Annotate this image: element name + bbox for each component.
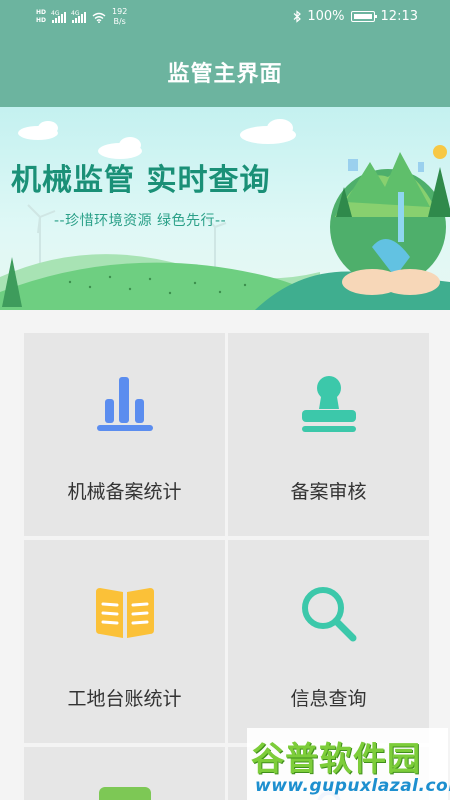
menu-tile-label: 工地台账统计 (67, 688, 182, 710)
bar-chart-icon (96, 377, 153, 431)
banner-headline: 机械监管 实时查询 (11, 163, 271, 198)
signal-icon-1: 4G (51, 9, 67, 23)
banner-slogan: --珍惜环境资源 绿色先行-- (54, 213, 227, 229)
clock-time: 12:13 (380, 9, 418, 24)
network-type-2: 4G (71, 9, 80, 17)
banner-illustration (0, 119, 450, 310)
bluetooth-icon (293, 10, 302, 23)
menu-tile-5[interactable] (24, 747, 225, 800)
menu-tile-site-ledger-stats[interactable]: 工地台账统计 (24, 540, 225, 743)
menu-tile-registration-review[interactable]: 备案审核 (228, 333, 429, 536)
green-tile-icon (98, 787, 151, 800)
hd-label-top: HD (36, 9, 47, 16)
menu-tile-machine-registration-stats[interactable]: 机械备案统计 (24, 333, 225, 536)
status-bar: HD HD 4G 4G 192 B/s 100% 12:13 (0, 0, 450, 36)
wifi-icon (92, 12, 106, 23)
search-icon (301, 587, 356, 642)
battery-percent: 100% (307, 9, 345, 24)
watermark-title: 谷普软件园 (251, 739, 421, 778)
ledger-book-icon (95, 588, 154, 638)
status-right-indicators: 100% 12:13 (293, 9, 418, 24)
battery-icon (350, 11, 377, 22)
watermark: 谷普软件园 www.gupuxlazal.com (247, 728, 450, 800)
menu-tile-info-query[interactable]: 信息查询 (228, 540, 429, 743)
hd-label-bottom: HD (36, 17, 47, 24)
network-speed: 192 B/s (112, 7, 127, 27)
signal-icon-2: 4G (71, 9, 87, 23)
page-title: 监管主界面 (167, 61, 283, 87)
menu-tile-label: 备案审核 (290, 481, 367, 503)
stamp-icon (301, 376, 356, 432)
hd-indicator: HD HD (36, 9, 46, 25)
menu-tile-label: 信息查询 (290, 688, 367, 710)
banner: 机械监管 实时查询 --珍惜环境资源 绿色先行-- (0, 107, 450, 310)
menu-tile-label: 机械备案统计 (67, 481, 182, 503)
watermark-url: www.gupuxlazal.com (255, 776, 450, 796)
status-left-indicators: HD HD 4G 4G 192 B/s (36, 7, 127, 27)
network-speed-value: 192 (112, 7, 128, 16)
network-type-1: 4G (51, 9, 60, 17)
network-speed-unit: B/s (113, 17, 126, 26)
title-bar: 监管主界面 (0, 36, 450, 107)
